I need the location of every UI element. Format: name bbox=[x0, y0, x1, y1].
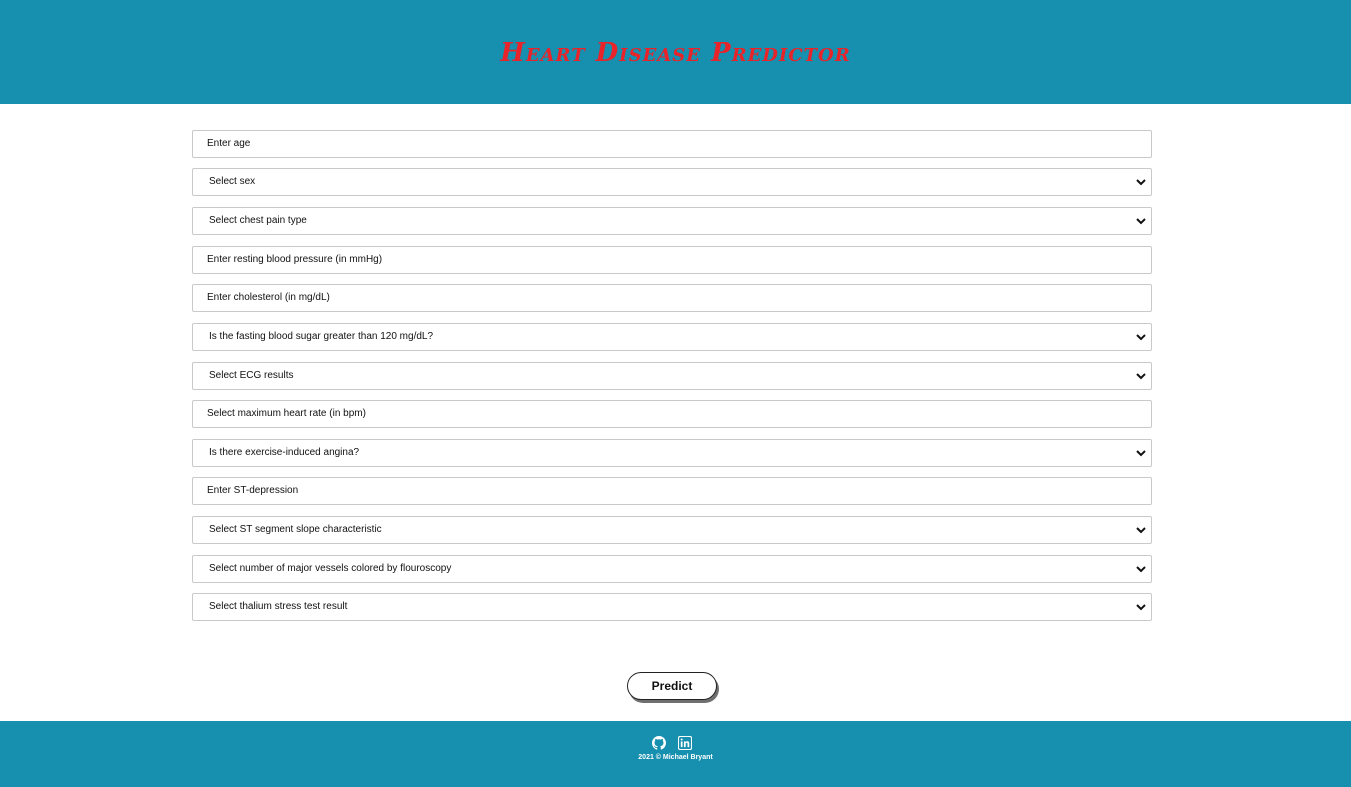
social-links bbox=[652, 736, 702, 752]
cholesterol-placeholder: Enter cholesterol (in mg/dL) bbox=[207, 292, 330, 303]
resting-blood-pressure-placeholder: Enter resting blood pressure (in mmHg) bbox=[207, 254, 383, 265]
chevron-down-icon bbox=[1136, 373, 1146, 380]
thalium-stress-test-select-label: Select thalium stress test result bbox=[209, 601, 348, 612]
page-title: Heart Disease Predictor bbox=[500, 38, 851, 68]
chevron-down-icon bbox=[1136, 566, 1146, 573]
resting-blood-pressure-input[interactable]: Enter resting blood pressure (in mmHg) bbox=[192, 246, 1152, 274]
footer: 2021 © Michael Bryant bbox=[0, 721, 1351, 787]
max-heart-rate-input[interactable]: Select maximum heart rate (in bpm) bbox=[192, 400, 1152, 428]
chevron-down-icon bbox=[1136, 334, 1146, 341]
header: Heart Disease Predictor bbox=[0, 0, 1351, 104]
st-slope-select-label: Select ST segment slope characteristic bbox=[209, 524, 382, 535]
exercise-angina-select-label: Is there exercise-induced angina? bbox=[209, 447, 360, 458]
st-depression-input[interactable]: Enter ST-depression bbox=[192, 477, 1152, 505]
chevron-down-icon bbox=[1136, 179, 1146, 186]
ecg-results-select[interactable]: Select ECG results bbox=[192, 362, 1152, 390]
max-heart-rate-placeholder: Select maximum heart rate (in bpm) bbox=[207, 408, 366, 419]
chevron-down-icon bbox=[1136, 604, 1146, 611]
st-slope-select[interactable]: Select ST segment slope characteristic bbox=[192, 516, 1152, 544]
fasting-blood-sugar-select-label: Is the fasting blood sugar greater than … bbox=[209, 331, 434, 342]
copyright-text: 2021 © Michael Bryant bbox=[638, 754, 713, 761]
chevron-down-icon bbox=[1136, 450, 1146, 457]
chevron-down-icon bbox=[1136, 218, 1146, 225]
thalium-stress-test-select[interactable]: Select thalium stress test result bbox=[192, 593, 1152, 621]
age-input-placeholder: Enter age bbox=[207, 138, 251, 149]
chest-pain-type-select-label: Select chest pain type bbox=[209, 215, 307, 226]
github-icon[interactable] bbox=[652, 736, 666, 750]
age-input[interactable]: Enter age bbox=[192, 130, 1152, 158]
exercise-angina-select[interactable]: Is there exercise-induced angina? bbox=[192, 439, 1152, 467]
cholesterol-input[interactable]: Enter cholesterol (in mg/dL) bbox=[192, 284, 1152, 312]
st-depression-placeholder: Enter ST-depression bbox=[207, 485, 299, 496]
fasting-blood-sugar-select[interactable]: Is the fasting blood sugar greater than … bbox=[192, 323, 1152, 351]
chest-pain-type-select[interactable]: Select chest pain type bbox=[192, 207, 1152, 235]
major-vessels-select[interactable]: Select number of major vessels colored b… bbox=[192, 555, 1152, 583]
ecg-results-select-label: Select ECG results bbox=[209, 370, 294, 381]
sex-select[interactable]: Select sex bbox=[192, 168, 1152, 196]
predict-button[interactable]: Predict bbox=[627, 672, 717, 700]
major-vessels-select-label: Select number of major vessels colored b… bbox=[209, 563, 452, 574]
linkedin-icon[interactable] bbox=[678, 736, 692, 750]
sex-select-label: Select sex bbox=[209, 176, 256, 187]
chevron-down-icon bbox=[1136, 527, 1146, 534]
